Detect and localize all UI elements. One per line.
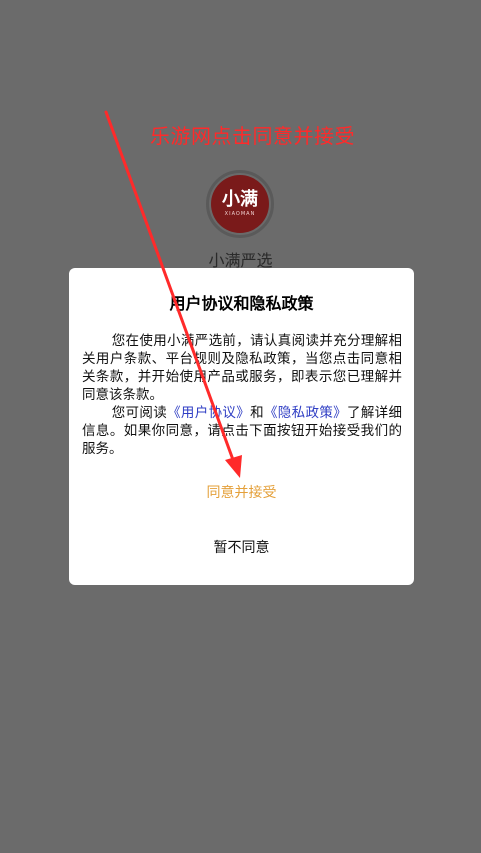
privacy-dialog: 用户协议和隐私政策 您在使用小满严选前，请认真阅读并充分理解相关用户条款、平台规… bbox=[69, 268, 414, 585]
dialog-title: 用户协议和隐私政策 bbox=[169, 294, 314, 313]
user-agreement-link[interactable]: 《用户协议》 bbox=[167, 405, 250, 421]
terms-paragraph: 您在使用小满严选前，请认真阅读并充分理解相关用户条款、平台规则及隐私政策，当您点… bbox=[82, 333, 402, 403]
decline-button[interactable]: 暂不同意 bbox=[69, 533, 414, 563]
logo-text: 小满 bbox=[222, 189, 258, 210]
links-paragraph-and: 和 bbox=[250, 405, 264, 421]
privacy-policy-link[interactable]: 《隐私政策》 bbox=[264, 405, 347, 421]
logo-badge: 小满 XIAOMAN bbox=[211, 175, 269, 233]
links-paragraph: 您可阅读《用户协议》和《隐私政策》了解详细信息。如果你同意，请点击下面按钮开始接… bbox=[82, 404, 402, 458]
logo-subtext: XIAOMAN bbox=[224, 211, 256, 217]
agree-button[interactable]: 同意并接受 bbox=[69, 478, 414, 508]
annotation-label: 乐游网点击同意并接受 bbox=[150, 124, 355, 148]
links-paragraph-prefix: 您可阅读 bbox=[111, 405, 168, 421]
dialog-body: 您在使用小满严选前，请认真阅读并充分理解相关用户条款、平台规则及隐私政策，当您点… bbox=[82, 332, 402, 458]
app-logo: 小满 XIAOMAN bbox=[206, 170, 274, 238]
